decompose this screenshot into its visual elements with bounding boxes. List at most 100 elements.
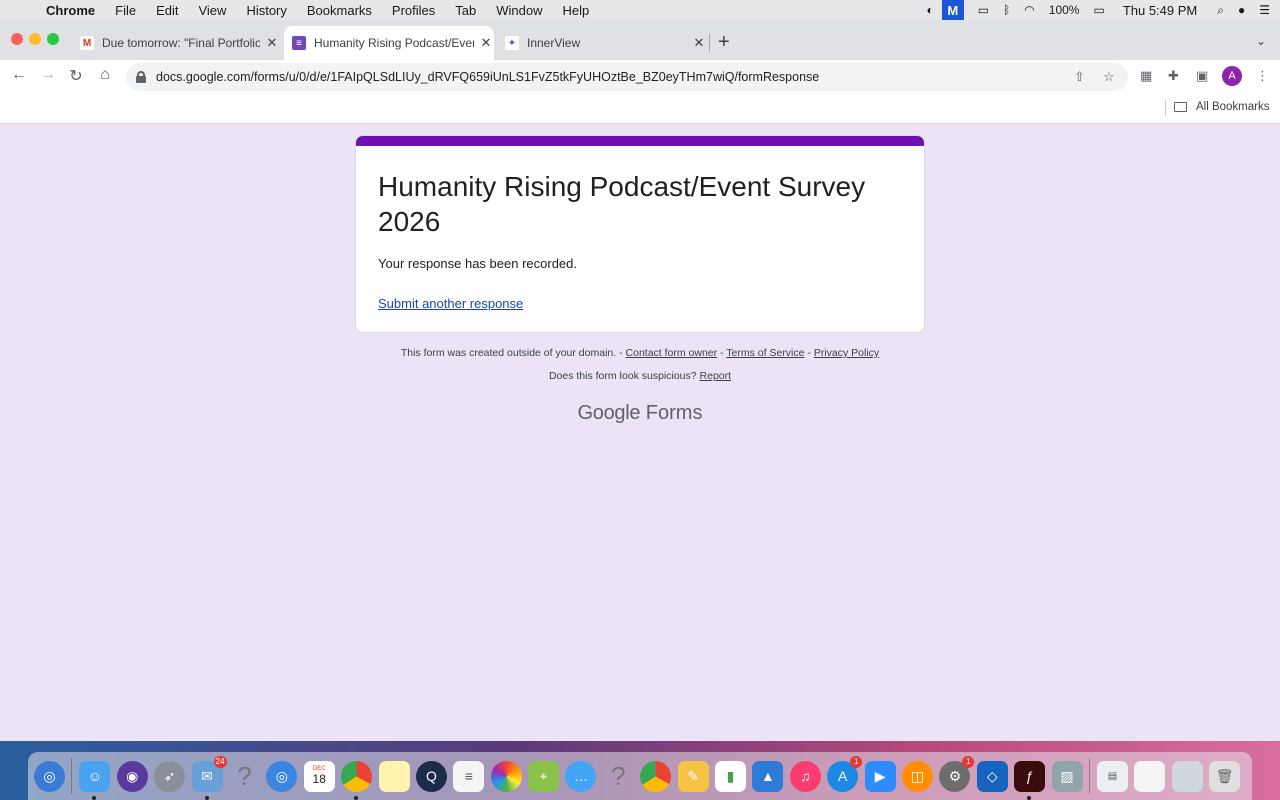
contact-form-owner-link[interactable]: Contact form owner bbox=[626, 347, 718, 359]
minimize-window-button[interactable] bbox=[29, 33, 41, 45]
malwarebytes-icon[interactable]: M bbox=[941, 0, 964, 20]
bookmarks-bar: All Bookmarks bbox=[0, 94, 1280, 124]
tab-label: Due tomorrow: "Final Portfolio bbox=[102, 36, 260, 50]
keynote-icon[interactable]: ▲ bbox=[752, 760, 784, 792]
unknown-app-icon[interactable]: ? bbox=[229, 761, 260, 792]
roblox-icon[interactable]: ◇ bbox=[976, 760, 1008, 792]
google-forms-logo[interactable]: Google Forms bbox=[0, 402, 1280, 425]
chrome-icon[interactable] bbox=[640, 760, 672, 792]
form-footer-notice: This form was created outside of your do… bbox=[400, 347, 880, 359]
submit-another-response-link[interactable]: Submit another response bbox=[378, 296, 523, 311]
pages-icon[interactable]: ✎ bbox=[677, 760, 709, 792]
share-icon[interactable]: ⇧ bbox=[1074, 69, 1085, 85]
document-icon[interactable]: ▤ bbox=[1096, 760, 1128, 792]
extensions-puzzle-icon[interactable]: ✚ bbox=[1168, 68, 1179, 84]
lock-icon[interactable] bbox=[136, 71, 146, 83]
books-icon[interactable]: ◫ bbox=[901, 760, 933, 792]
calendar-day: 18 bbox=[312, 772, 326, 786]
form-confirmation-card: Humanity Rising Podcast/Event Survey 202… bbox=[355, 135, 925, 333]
siri-icon[interactable]: ◉ bbox=[116, 760, 148, 792]
address-url[interactable]: docs.google.com/forms/u/0/d/e/1FAIpQLSdL… bbox=[156, 70, 819, 84]
launchpad-icon[interactable]: ➶ bbox=[154, 760, 186, 792]
terms-of-service-link[interactable]: Terms of Service bbox=[726, 347, 804, 359]
menu-bookmarks[interactable]: Bookmarks bbox=[307, 3, 372, 18]
menu-view[interactable]: View bbox=[198, 3, 226, 18]
tab-search-icon[interactable]: ⌄ bbox=[1256, 34, 1266, 48]
menu-tab[interactable]: Tab bbox=[455, 3, 476, 18]
document-stack-icon[interactable] bbox=[1134, 760, 1166, 792]
menu-file[interactable]: File bbox=[115, 3, 136, 18]
music-icon[interactable]: ♫ bbox=[789, 760, 821, 792]
back-arrow-icon[interactable]: ← bbox=[9, 66, 29, 84]
side-panel-icon[interactable]: ▣ bbox=[1196, 68, 1208, 84]
battery-icon[interactable]: ▭ bbox=[1093, 3, 1104, 17]
address-bar[interactable]: docs.google.com/forms/u/0/d/e/1FAIpQLSdL… bbox=[126, 63, 1128, 91]
reminders-icon[interactable]: ≡ bbox=[453, 760, 485, 792]
menu-history[interactable]: History bbox=[246, 3, 286, 18]
mail-icon[interactable]: ✉ 24 bbox=[191, 755, 227, 800]
zoom-icon[interactable]: ▶ bbox=[864, 760, 896, 792]
macos-dock: ◎ ☺ ◉ ➶ ✉ 24 ? ◎ DEC 18 Q ≡ ⌖ … ? ✎ ▮ ▲ ♫… bbox=[28, 752, 1252, 800]
photos-icon[interactable] bbox=[490, 760, 522, 792]
menu-help[interactable]: Help bbox=[563, 3, 590, 18]
screenshot-stack-icon[interactable] bbox=[1171, 760, 1203, 792]
maps-icon[interactable]: ⌖ bbox=[528, 760, 560, 792]
focus-status-icon[interactable]: ◐ bbox=[926, 3, 933, 17]
trash-icon[interactable]: 🗑 bbox=[1209, 760, 1241, 792]
messages-icon[interactable]: … bbox=[565, 760, 597, 792]
close-tab-icon[interactable]: ✕ bbox=[478, 35, 494, 51]
dock-divider bbox=[1088, 758, 1090, 794]
quicktime-icon[interactable]: Q bbox=[415, 760, 447, 792]
report-link[interactable]: Report bbox=[700, 370, 732, 382]
new-tab-button[interactable]: + bbox=[718, 32, 730, 52]
home-icon[interactable]: ⌂ bbox=[95, 66, 115, 84]
airplay-icon[interactable]: ▭ bbox=[978, 3, 989, 17]
safari-icon[interactable]: ◎ bbox=[34, 760, 65, 792]
menu-clock[interactable]: Thu 5:49 PM bbox=[1123, 3, 1197, 18]
close-tab-icon[interactable]: ✕ bbox=[691, 35, 707, 51]
all-bookmarks-label: All Bookmarks bbox=[1196, 101, 1270, 113]
tab-gmail[interactable]: M Due tomorrow: "Final Portfolio ✕ bbox=[72, 26, 280, 60]
privacy-policy-link[interactable]: Privacy Policy bbox=[814, 347, 879, 359]
tab-google-form[interactable]: ≡ Humanity Rising Podcast/Event ✕ bbox=[284, 26, 494, 60]
profile-avatar[interactable]: A bbox=[1222, 66, 1242, 86]
mail-badge: 24 bbox=[213, 755, 227, 768]
chrome-icon[interactable] bbox=[341, 760, 373, 800]
google-forms-icon: ≡ bbox=[292, 36, 306, 50]
tab-innerview[interactable]: ✦ InnerView ✕ bbox=[497, 26, 707, 60]
close-tab-icon[interactable]: ✕ bbox=[264, 35, 280, 51]
settings-badge: 1 bbox=[962, 755, 975, 768]
close-window-button[interactable] bbox=[11, 33, 23, 45]
form-footer-report: Does this form look suspicious? Report bbox=[0, 370, 1280, 382]
notes-icon[interactable] bbox=[378, 760, 410, 792]
reload-icon[interactable]: ↻ bbox=[66, 66, 86, 86]
safari-icon[interactable]: ◎ bbox=[266, 760, 298, 792]
menu-window[interactable]: Window bbox=[496, 3, 542, 18]
forward-arrow-icon[interactable]: → bbox=[38, 66, 58, 84]
system-preferences-icon[interactable]: ⚙ 1 bbox=[939, 755, 975, 792]
menu-profiles[interactable]: Profiles bbox=[392, 3, 435, 18]
flash-player-icon[interactable]: ƒ bbox=[1014, 760, 1046, 800]
domain-note: This form was created outside of your do… bbox=[400, 347, 617, 359]
suspicious-question: Does this form look suspicious? bbox=[548, 370, 697, 382]
siri-icon[interactable]: ● bbox=[1238, 3, 1245, 17]
preview-icon[interactable]: ▨ bbox=[1051, 760, 1083, 792]
unknown-app-icon[interactable]: ? bbox=[603, 761, 634, 792]
spotlight-search-icon[interactable]: ⌕ bbox=[1217, 3, 1224, 18]
extension-translate-icon[interactable]: ▦ bbox=[1140, 68, 1152, 84]
more-menu-icon[interactable]: ⋮ bbox=[1256, 68, 1269, 84]
numbers-icon[interactable]: ▮ bbox=[715, 760, 747, 792]
tab-label: InnerView bbox=[527, 36, 581, 50]
menu-edit[interactable]: Edit bbox=[156, 3, 178, 18]
bluetooth-icon[interactable]: ᛒ bbox=[1003, 3, 1010, 17]
all-bookmarks-button[interactable]: All Bookmarks bbox=[1174, 101, 1270, 113]
calendar-icon[interactable]: DEC 18 bbox=[303, 760, 335, 792]
app-store-icon[interactable]: A1 bbox=[827, 755, 863, 792]
control-center-icon[interactable]: ☰ bbox=[1259, 3, 1270, 17]
menu-app-name[interactable]: Chrome bbox=[46, 3, 95, 18]
wifi-icon[interactable]: ◠ bbox=[1024, 3, 1034, 17]
finder-icon[interactable]: ☺ bbox=[79, 760, 111, 800]
zoom-window-button[interactable] bbox=[47, 33, 59, 45]
battery-percent[interactable]: 100% bbox=[1049, 3, 1080, 17]
bookmark-star-icon[interactable]: ☆ bbox=[1103, 69, 1115, 85]
